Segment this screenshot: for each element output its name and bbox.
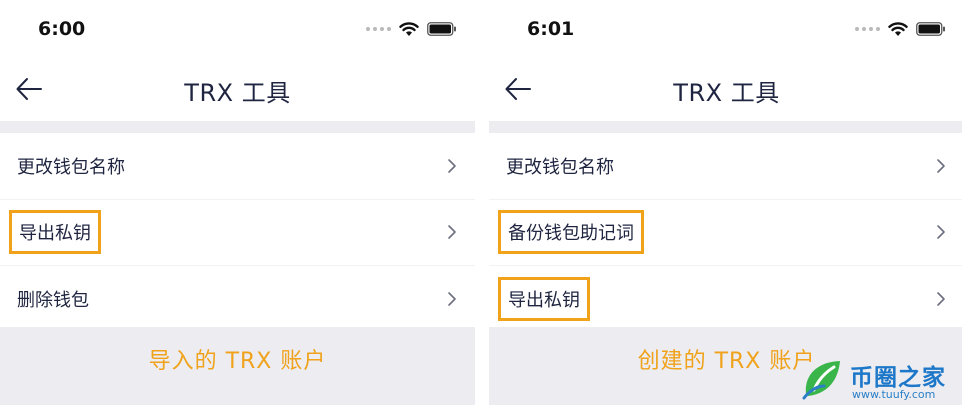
chevron-right-icon	[448, 291, 456, 306]
list-item-export-private-key[interactable]: 导出私钥	[0, 200, 475, 266]
list-item-label-highlighted: 导出私钥	[9, 210, 101, 255]
section-divider	[489, 121, 962, 133]
tools-list: 更改钱包名称 导出私钥 删除钱包	[0, 133, 475, 332]
list-item-label-highlighted: 备份钱包助记词	[498, 210, 644, 255]
list-item-label: 更改钱包名称	[506, 156, 614, 178]
list-item-label: 删除钱包	[17, 289, 89, 311]
status-time: 6:01	[527, 18, 575, 40]
list-item-delete-wallet[interactable]: 删除钱包	[0, 266, 475, 332]
watermark-title: 币圈之家	[850, 365, 946, 391]
screenshot-caption: 导入的 TRX 账户	[148, 349, 327, 374]
section-divider	[0, 121, 475, 133]
tools-list: 更改钱包名称 备份钱包助记词 导出私钥	[489, 133, 962, 332]
status-icons	[855, 19, 946, 39]
navigation-bar: TRX 工具	[0, 58, 475, 120]
navigation-bar: TRX 工具	[489, 58, 962, 120]
chevron-right-icon	[448, 158, 456, 173]
list-item-label-highlighted: 导出私钥	[498, 276, 590, 321]
battery-icon	[427, 22, 457, 36]
phone-screen-right: 6:01 TRX 工具 更改钱包名称 备份钱包助记词 导出私钥 创建的 TRX …	[489, 0, 962, 405]
list-item-rename-wallet[interactable]: 更改钱包名称	[0, 133, 475, 200]
wifi-icon	[888, 21, 908, 37]
chevron-right-icon	[937, 291, 945, 306]
leaf-logo-icon	[802, 361, 840, 400]
status-bar: 6:00	[0, 0, 475, 58]
chevron-right-icon	[448, 225, 456, 240]
caption-band: 导入的 TRX 账户	[0, 327, 475, 405]
signal-dots-icon	[366, 27, 391, 31]
status-time: 6:00	[38, 18, 86, 40]
signal-dots-icon	[855, 27, 880, 31]
watermark: 币圈之家 www.tuufy.com	[800, 352, 962, 405]
list-item-export-private-key[interactable]: 导出私钥	[489, 266, 962, 332]
list-item-backup-mnemonic[interactable]: 备份钱包助记词	[489, 200, 962, 266]
page-title: TRX 工具	[673, 79, 780, 107]
chevron-right-icon	[937, 158, 945, 173]
list-item-label: 更改钱包名称	[17, 156, 125, 178]
page-title: TRX 工具	[184, 79, 291, 107]
chevron-right-icon	[937, 225, 945, 240]
phone-screen-left: 6:00 TRX 工具 更改钱包名称 导出私钥 删除钱包 导入的 TRX 账户	[0, 0, 475, 405]
watermark-url: www.tuufy.com	[852, 388, 936, 401]
status-icons	[366, 19, 457, 39]
status-bar: 6:01	[489, 0, 962, 58]
wifi-icon	[399, 21, 419, 37]
list-item-rename-wallet[interactable]: 更改钱包名称	[489, 133, 962, 200]
battery-icon	[916, 22, 946, 36]
